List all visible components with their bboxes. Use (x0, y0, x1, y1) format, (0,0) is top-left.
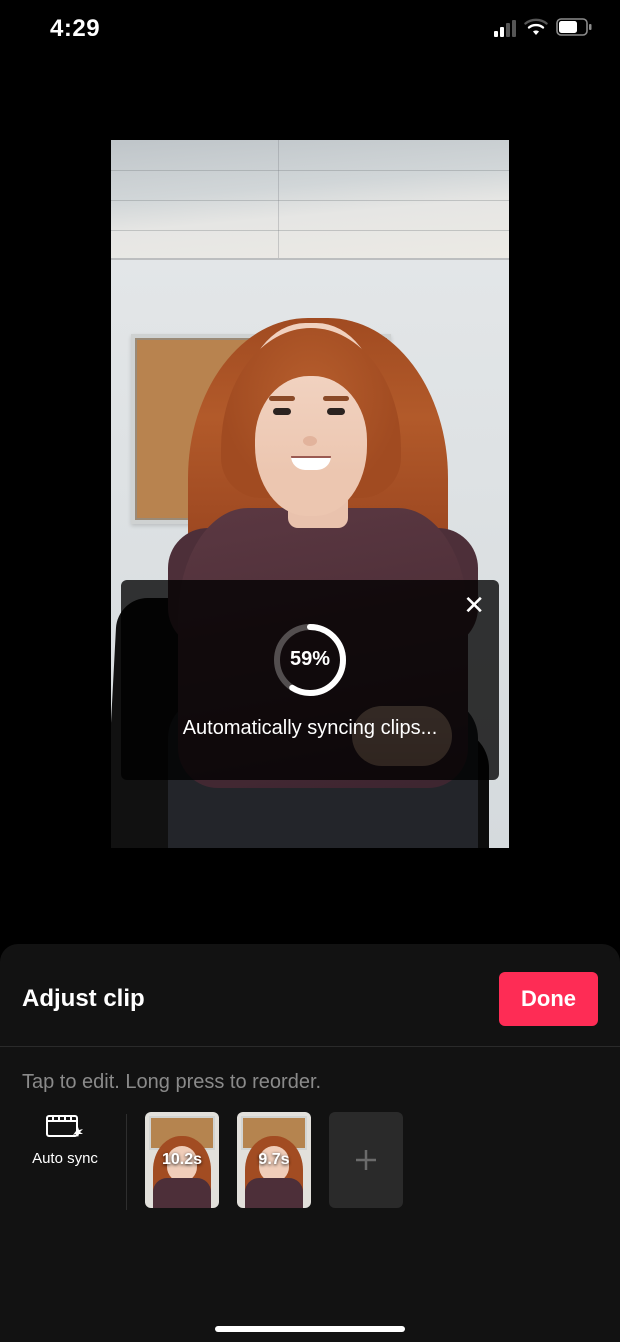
add-clip-button[interactable] (329, 1112, 403, 1208)
auto-sync-icon (45, 1112, 85, 1140)
wifi-icon (524, 18, 548, 41)
clip-thumbnail-2[interactable]: 9.7s (237, 1112, 311, 1208)
auto-sync-label: Auto sync (32, 1150, 98, 1167)
clip-duration: 9.7s (237, 1112, 311, 1208)
done-button[interactable]: Done (499, 972, 598, 1026)
auto-sync-button[interactable]: Auto sync (22, 1112, 108, 1167)
video-preview[interactable]: ✕ 59% Automatically syncing clips... (111, 140, 509, 848)
close-icon[interactable]: ✕ (463, 592, 485, 618)
cellular-signal-icon (494, 21, 516, 37)
home-indicator[interactable] (215, 1326, 405, 1332)
status-time: 4:29 (50, 15, 100, 43)
clip-row: Auto sync 10.2s 9.7s (0, 1112, 620, 1210)
status-bar: 4:29 (0, 0, 620, 58)
progress-message: Automatically syncing clips... (183, 717, 438, 740)
progress-percent-label: 59% (271, 621, 349, 699)
edit-hint: Tap to edit. Long press to reorder. (0, 1047, 620, 1112)
progress-ring: 59% (271, 621, 349, 699)
adjust-clip-panel: Adjust clip Done Tap to edit. Long press… (0, 944, 620, 1342)
sync-progress-overlay: ✕ 59% Automatically syncing clips... (121, 580, 499, 780)
battery-icon (556, 18, 592, 41)
divider (126, 1114, 127, 1210)
plus-icon (351, 1145, 381, 1175)
status-icons (494, 18, 592, 41)
panel-title: Adjust clip (22, 985, 145, 1013)
clip-duration: 10.2s (145, 1112, 219, 1208)
clip-thumbnail-1[interactable]: 10.2s (145, 1112, 219, 1208)
